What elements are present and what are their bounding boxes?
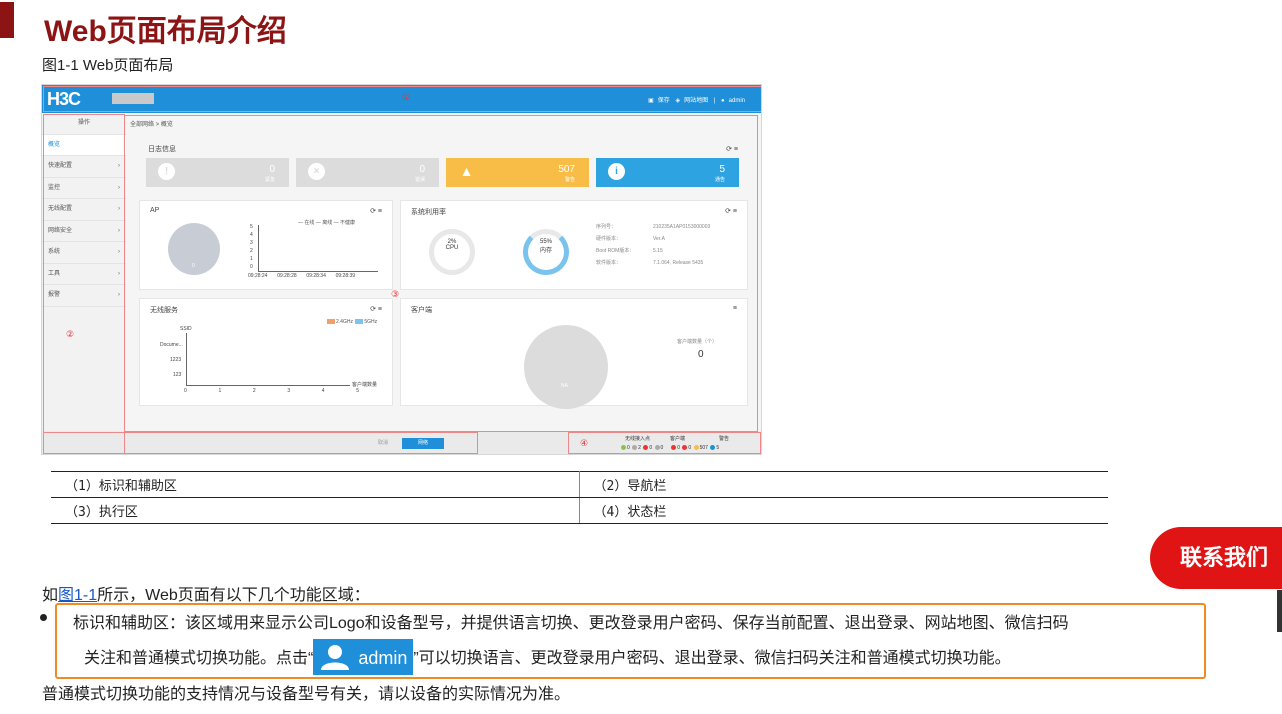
page-title: Web页面布局介绍: [44, 15, 287, 48]
bullet-dot: [40, 614, 47, 621]
zone-3-outline: [124, 115, 758, 432]
note-paragraph: 普通模式切换功能的支持情况与设备型号有关，请以设备的实际情况为准。: [42, 686, 571, 703]
heading-bar: [0, 2, 14, 38]
zone-4-outline: [568, 432, 761, 454]
contact-us-button[interactable]: 联系我们: [1150, 527, 1282, 589]
zone-2-marker: ②: [66, 329, 75, 339]
zone-4-marker: ④: [580, 438, 589, 448]
zone-2-outline: [43, 114, 125, 454]
table-cell: （1）标识和辅助区: [51, 471, 580, 498]
bullet-line-2: 关注和普通模式切换功能。点击“ admin ”可以切换语言、更改登录用户密码、退…: [84, 638, 1011, 675]
user-icon: [321, 644, 350, 670]
scroll-indicator: [1277, 590, 1282, 632]
table-cell: （3）执行区: [51, 497, 580, 524]
table-row: （3）执行区 （4）状态栏: [51, 497, 1108, 524]
bullet-line-1: 标识和辅助区：该区域用来显示公司Logo和设备型号，并提供语言切换、更改登录用户…: [73, 615, 1069, 632]
zone-3-marker: ③: [391, 289, 400, 299]
table-cell: （4）状态栏: [579, 497, 1108, 524]
web-layout-figure: H3C ▣ 保存 ◈ 网站地图 | ● admin 操作 概览 快速配置 › 监控 › 无…: [41, 84, 762, 455]
figure-link[interactable]: 图1-1: [58, 587, 97, 604]
admin-badge[interactable]: admin: [313, 638, 414, 675]
intro-paragraph: 如图1-1所示，Web页面有以下几个功能区域：: [42, 587, 370, 604]
table-row: （1）标识和辅助区 （2）导航栏: [51, 471, 1108, 498]
figure-caption: 图1-1 Web页面布局: [42, 57, 174, 74]
zone-legend-table: （1）标识和辅助区 （2）导航栏 （3）执行区 （4）状态栏: [51, 471, 1108, 524]
zone-button-outline: [43, 432, 478, 454]
table-cell: （2）导航栏: [579, 471, 1108, 498]
zone-1-marker: ①: [402, 92, 411, 102]
